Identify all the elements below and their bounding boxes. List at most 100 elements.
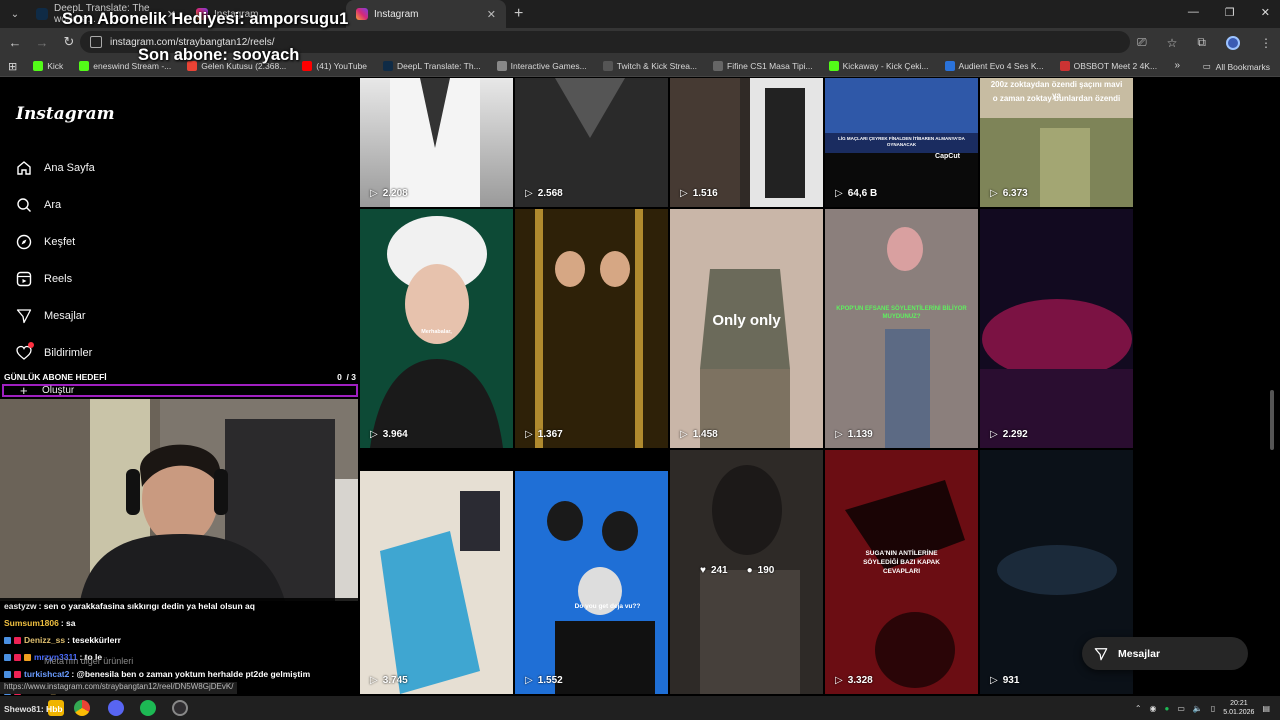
apps-icon[interactable]: ⊞ (0, 60, 25, 73)
reel-tile[interactable]: ▷ 1.516 (670, 78, 823, 207)
bookmark-item[interactable]: Interactive Games... (489, 61, 595, 71)
menu-icon[interactable]: ⋮ (1260, 36, 1272, 50)
meta-products-link[interactable]: Meta'nın diğer ürünleri (44, 656, 133, 666)
system-tray: ⌃ ◉ ● ▭ 🔈 ▯ 20:21 5.01.2026 ▤ (1135, 699, 1270, 717)
nav-search[interactable]: Ara (16, 197, 61, 213)
bookmark-item[interactable]: Audient Evo 4 Ses K... (937, 61, 1052, 71)
chat-message: Shewo81: Hbb (4, 704, 63, 714)
reel-tile[interactable]: Only only ▷ 1.458 (670, 209, 823, 448)
window-close-icon[interactable]: ✕ (1261, 6, 1270, 19)
nav-messages[interactable]: Mesajlar (16, 308, 86, 324)
view-count: ▷ 2.292 (990, 429, 1028, 440)
tab-search-icon[interactable]: ⌄ (4, 3, 26, 25)
view-count: ▷ 1.552 (525, 675, 563, 686)
minimize-icon[interactable]: — (1188, 6, 1199, 19)
more-bookmarks-icon[interactable]: » (1174, 60, 1180, 71)
play-icon: ▷ (370, 429, 378, 440)
reel-tile[interactable]: Merhabalar, ▷ 3.964 (360, 209, 513, 448)
instagram-logo[interactable]: Instagram (16, 104, 115, 124)
bookmark-item[interactable]: OBSBOT Meet 2 4K... (1052, 61, 1165, 71)
view-count: ▷ 2.568 (525, 188, 563, 199)
power-icon[interactable]: ▯ (1211, 704, 1215, 713)
play-icon: ▷ (680, 188, 688, 199)
messages-button[interactable]: Mesajlar (1082, 637, 1248, 670)
reel-tile[interactable]: ▷ 1.367 (515, 209, 668, 448)
notifications-icon[interactable]: ▤ (1262, 704, 1270, 713)
chat-message: Sumsum1806: sa (4, 618, 76, 628)
play-icon: ▷ (370, 188, 378, 199)
tab-instagram-active[interactable]: Instagram ✕ (346, 0, 506, 28)
forward-icon[interactable]: → (30, 35, 54, 50)
overlay-last-gift: Son Abonelik Hediyesi: amporsugu1 (62, 10, 349, 28)
search-icon (17, 198, 31, 212)
view-count: ▷ 64,6 B (835, 188, 878, 199)
discord-icon[interactable] (108, 700, 124, 716)
reel-thumbnail (980, 209, 1133, 448)
reel-tile[interactable]: ▷ 2.568 (515, 78, 668, 207)
new-tab-icon[interactable]: + (514, 5, 523, 23)
reload-icon[interactable]: ↻ (57, 34, 81, 50)
reel-caption: Do you get deja vu?? (574, 603, 641, 610)
reel-tile-hovered[interactable]: ♥ 241 ● 190 (670, 450, 823, 694)
heart-icon: ♥ (700, 565, 706, 576)
close-icon[interactable]: ✕ (487, 8, 496, 21)
page-scrollbar[interactable] (1270, 390, 1274, 450)
bookmark-item[interactable]: DeepL Translate: Th... (375, 61, 489, 71)
reel-tile[interactable]: ▷ 3.745 (360, 471, 513, 694)
reel-tile[interactable]: SUGA'NIN ANTİLERİNE SÖYLEDİĞİ BAZI KAPAK… (825, 450, 978, 694)
restore-icon[interactable]: ❐ (1225, 6, 1235, 19)
messages-label: Mesajlar (1118, 647, 1161, 660)
plus-icon: + (20, 383, 28, 398)
spotify-tray-icon[interactable]: ● (1165, 704, 1170, 713)
nav-label: Ara (44, 199, 62, 211)
reel-tile[interactable]: KPOP'UN EFSANE SÖYLENTİLERİNİ BİLİYOR MU… (825, 209, 978, 448)
all-bookmarks[interactable]: ▭ All Bookmarks (1203, 61, 1270, 72)
site-info-icon[interactable] (90, 36, 102, 48)
back-icon[interactable]: ← (3, 35, 27, 50)
reel-tile[interactable]: LİG MAÇLARI ÇEYREK FİNALDEN İTİBAREN ALM… (825, 78, 978, 207)
cast-icon[interactable]: ⎚ (1137, 35, 1147, 50)
bookmark-item[interactable]: Kickaway - Kick Çeki... (821, 61, 937, 71)
extensions-icon[interactable]: ⧉ (1197, 35, 1206, 50)
chrome-icon[interactable] (74, 700, 90, 716)
nav-create-label[interactable]: Oluştur (42, 385, 74, 396)
bookmark-item[interactable]: Twitch & Kick Strea... (595, 61, 705, 71)
network-icon[interactable]: ▭ (1177, 704, 1185, 713)
nav-reels[interactable]: Reels (16, 271, 72, 287)
discord-tray-icon[interactable]: ◉ (1150, 704, 1157, 713)
folder-icon: ▭ (1202, 61, 1211, 71)
reel-tile[interactable]: Do you get deja vu?? ▷ 1.552 (515, 471, 668, 694)
view-count: ▷ 3.964 (370, 429, 408, 440)
obs-icon[interactable] (172, 700, 188, 716)
clock[interactable]: 20:21 5.01.2026 (1223, 699, 1254, 717)
nav-label: Mesajlar (44, 310, 86, 322)
spotify-icon[interactable] (140, 700, 156, 716)
goal-progress-bar: + Oluştur (2, 383, 358, 398)
nav-explore[interactable]: Keşfet (16, 234, 75, 250)
play-icon: ▷ (990, 675, 998, 686)
play-icon: ▷ (680, 429, 688, 440)
tray-expand-icon[interactable]: ⌃ (1135, 704, 1142, 713)
play-icon: ▷ (525, 675, 533, 686)
view-count: ▷ 1.458 (680, 429, 718, 440)
bookmark-item[interactable]: (41) YouTube (294, 61, 375, 71)
reel-tile[interactable]: ▷ 2.292 (980, 209, 1133, 448)
reel-thumbnail (360, 471, 513, 694)
star-icon[interactable]: ☆ (1167, 36, 1178, 50)
reels-icon (16, 271, 32, 287)
profile-avatar[interactable] (1226, 35, 1240, 50)
comment-icon: ● (746, 565, 753, 576)
home-icon (17, 161, 31, 175)
reel-tile[interactable]: ▷ 2.208 (360, 78, 513, 207)
play-icon: ▷ (835, 188, 843, 199)
goal-count: 0 / 3 (337, 372, 356, 382)
bookmark-item[interactable]: Kick (25, 61, 71, 71)
nav-notifications[interactable]: Bildirimler (16, 342, 92, 361)
nav-home[interactable]: Ana Sayfa (16, 160, 95, 176)
daily-sub-goal: GÜNLÜK ABONE HEDEFİ 0 / 3 (0, 371, 358, 384)
bookmark-item[interactable]: Fifine CS1 Masa Tipi... (705, 61, 821, 71)
deepl-favicon-icon (36, 8, 48, 20)
volume-icon[interactable]: 🔈 (1193, 704, 1203, 713)
reel-tile[interactable]: 200z zoktaydan özendi şaçını mavi ya o z… (980, 78, 1133, 207)
reel-caption: Only only (712, 312, 781, 329)
